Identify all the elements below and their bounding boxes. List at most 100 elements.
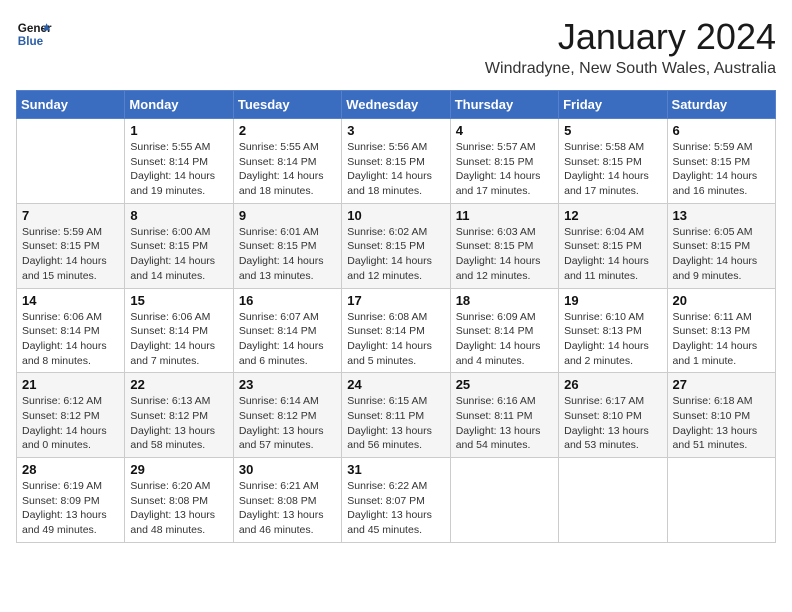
day-info: Sunrise: 6:11 AM Sunset: 8:13 PM Dayligh… [673, 310, 770, 369]
weekday-header-thursday: Thursday [450, 91, 558, 119]
day-info: Sunrise: 5:57 AM Sunset: 8:15 PM Dayligh… [456, 140, 553, 199]
day-number: 9 [239, 208, 336, 223]
day-number: 23 [239, 377, 336, 392]
day-number: 4 [456, 123, 553, 138]
location-title: Windradyne, New South Wales, Australia [485, 60, 776, 78]
day-info: Sunrise: 6:21 AM Sunset: 8:08 PM Dayligh… [239, 479, 336, 538]
day-info: Sunrise: 6:12 AM Sunset: 8:12 PM Dayligh… [22, 394, 119, 453]
logo-icon: General Blue [16, 16, 52, 52]
day-info: Sunrise: 6:08 AM Sunset: 8:14 PM Dayligh… [347, 310, 444, 369]
calendar-body: 1Sunrise: 5:55 AM Sunset: 8:14 PM Daylig… [17, 119, 776, 543]
weekday-header-sunday: Sunday [17, 91, 125, 119]
day-cell: 19 Sunrise: 6:10 AM Sunset: 8:13 PM Dayli… [559, 288, 667, 373]
day-info: Sunrise: 5:56 AM Sunset: 8:15 PM Dayligh… [347, 140, 444, 199]
day-number: 17 [347, 293, 444, 308]
day-cell: 21 Sunrise: 6:12 AM Sunset: 8:12 PM Dayli… [17, 373, 125, 458]
day-info: Sunrise: 6:03 AM Sunset: 8:15 PM Dayligh… [456, 225, 553, 284]
day-number: 8 [130, 208, 227, 223]
day-cell: 10 Sunrise: 6:02 AM Sunset: 8:15 PM Dayli… [342, 203, 450, 288]
day-info: Sunrise: 6:02 AM Sunset: 8:15 PM Dayligh… [347, 225, 444, 284]
day-number: 14 [22, 293, 119, 308]
week-row-4: 21 Sunrise: 6:12 AM Sunset: 8:12 PM Dayli… [17, 373, 776, 458]
weekday-header-monday: Monday [125, 91, 233, 119]
day-number: 3 [347, 123, 444, 138]
day-number: 28 [22, 462, 119, 477]
day-info: Sunrise: 6:00 AM Sunset: 8:15 PM Dayligh… [130, 225, 227, 284]
day-cell: 8 Sunrise: 6:00 AM Sunset: 8:15 PM Daylig… [125, 203, 233, 288]
day-number: 19 [564, 293, 661, 308]
day-number: 15 [130, 293, 227, 308]
day-number: 30 [239, 462, 336, 477]
weekday-header-saturday: Saturday [667, 91, 775, 119]
day-info: Sunrise: 6:06 AM Sunset: 8:14 PM Dayligh… [22, 310, 119, 369]
day-cell: 28Sunrise: 6:19 AM Sunset: 8:09 PM Dayli… [17, 458, 125, 543]
day-cell: 7 Sunrise: 5:59 AM Sunset: 8:15 PM Daylig… [17, 203, 125, 288]
day-info: Sunrise: 6:17 AM Sunset: 8:10 PM Dayligh… [564, 394, 661, 453]
day-number: 11 [456, 208, 553, 223]
day-info: Sunrise: 6:18 AM Sunset: 8:10 PM Dayligh… [673, 394, 770, 453]
day-cell: 1Sunrise: 5:55 AM Sunset: 8:14 PM Daylig… [125, 119, 233, 204]
day-cell [667, 458, 775, 543]
day-cell: 5Sunrise: 5:58 AM Sunset: 8:15 PM Daylig… [559, 119, 667, 204]
day-number: 22 [130, 377, 227, 392]
day-number: 7 [22, 208, 119, 223]
day-cell: 18 Sunrise: 6:09 AM Sunset: 8:14 PM Dayli… [450, 288, 558, 373]
day-cell [559, 458, 667, 543]
day-number: 6 [673, 123, 770, 138]
day-number: 13 [673, 208, 770, 223]
week-row-3: 14 Sunrise: 6:06 AM Sunset: 8:14 PM Dayli… [17, 288, 776, 373]
day-info: Sunrise: 6:22 AM Sunset: 8:07 PM Dayligh… [347, 479, 444, 538]
day-info: Sunrise: 6:16 AM Sunset: 8:11 PM Dayligh… [456, 394, 553, 453]
day-cell: 11 Sunrise: 6:03 AM Sunset: 8:15 PM Dayli… [450, 203, 558, 288]
day-number: 18 [456, 293, 553, 308]
day-info: Sunrise: 6:07 AM Sunset: 8:14 PM Dayligh… [239, 310, 336, 369]
day-cell: 16 Sunrise: 6:07 AM Sunset: 8:14 PM Dayli… [233, 288, 341, 373]
day-cell: 20Sunrise: 6:11 AM Sunset: 8:13 PM Dayli… [667, 288, 775, 373]
day-number: 2 [239, 123, 336, 138]
day-number: 16 [239, 293, 336, 308]
weekday-header-friday: Friday [559, 91, 667, 119]
weekday-header-row: SundayMondayTuesdayWednesdayThursdayFrid… [17, 91, 776, 119]
weekday-header-wednesday: Wednesday [342, 91, 450, 119]
day-number: 21 [22, 377, 119, 392]
week-row-1: 1Sunrise: 5:55 AM Sunset: 8:14 PM Daylig… [17, 119, 776, 204]
day-info: Sunrise: 6:10 AM Sunset: 8:13 PM Dayligh… [564, 310, 661, 369]
day-cell: 22Sunrise: 6:13 AM Sunset: 8:12 PM Dayli… [125, 373, 233, 458]
day-number: 5 [564, 123, 661, 138]
day-info: Sunrise: 5:55 AM Sunset: 8:14 PM Dayligh… [239, 140, 336, 199]
day-info: Sunrise: 5:59 AM Sunset: 8:15 PM Dayligh… [673, 140, 770, 199]
day-number: 12 [564, 208, 661, 223]
week-row-5: 28Sunrise: 6:19 AM Sunset: 8:09 PM Dayli… [17, 458, 776, 543]
day-info: Sunrise: 6:05 AM Sunset: 8:15 PM Dayligh… [673, 225, 770, 284]
day-info: Sunrise: 6:04 AM Sunset: 8:15 PM Dayligh… [564, 225, 661, 284]
day-cell: 6 Sunrise: 5:59 AM Sunset: 8:15 PM Daylig… [667, 119, 775, 204]
day-cell: 9Sunrise: 6:01 AM Sunset: 8:15 PM Daylig… [233, 203, 341, 288]
day-cell: 17 Sunrise: 6:08 AM Sunset: 8:14 PM Dayli… [342, 288, 450, 373]
day-info: Sunrise: 6:06 AM Sunset: 8:14 PM Dayligh… [130, 310, 227, 369]
day-cell: 27 Sunrise: 6:18 AM Sunset: 8:10 PM Dayli… [667, 373, 775, 458]
day-cell: 31Sunrise: 6:22 AM Sunset: 8:07 PM Dayli… [342, 458, 450, 543]
day-info: Sunrise: 5:55 AM Sunset: 8:14 PM Dayligh… [130, 140, 227, 199]
month-title: January 2024 [485, 16, 776, 58]
day-number: 26 [564, 377, 661, 392]
day-cell: 30 Sunrise: 6:21 AM Sunset: 8:08 PM Dayli… [233, 458, 341, 543]
day-cell: 3 Sunrise: 5:56 AM Sunset: 8:15 PM Daylig… [342, 119, 450, 204]
day-number: 10 [347, 208, 444, 223]
day-number: 24 [347, 377, 444, 392]
day-cell: 24Sunrise: 6:15 AM Sunset: 8:11 PM Dayli… [342, 373, 450, 458]
day-cell: 26 Sunrise: 6:17 AM Sunset: 8:10 PM Dayli… [559, 373, 667, 458]
weekday-header-tuesday: Tuesday [233, 91, 341, 119]
day-number: 29 [130, 462, 227, 477]
page-header: General Blue January 2024 Windradyne, Ne… [16, 16, 776, 78]
day-info: Sunrise: 6:09 AM Sunset: 8:14 PM Dayligh… [456, 310, 553, 369]
day-cell: 13 Sunrise: 6:05 AM Sunset: 8:15 PM Dayli… [667, 203, 775, 288]
day-info: Sunrise: 5:59 AM Sunset: 8:15 PM Dayligh… [22, 225, 119, 284]
day-info: Sunrise: 6:20 AM Sunset: 8:08 PM Dayligh… [130, 479, 227, 538]
day-number: 27 [673, 377, 770, 392]
day-cell: 2 Sunrise: 5:55 AM Sunset: 8:14 PM Daylig… [233, 119, 341, 204]
day-cell: 29 Sunrise: 6:20 AM Sunset: 8:08 PM Dayli… [125, 458, 233, 543]
day-cell [450, 458, 558, 543]
week-row-2: 7 Sunrise: 5:59 AM Sunset: 8:15 PM Daylig… [17, 203, 776, 288]
title-block: January 2024 Windradyne, New South Wales… [485, 16, 776, 78]
svg-text:Blue: Blue [18, 35, 44, 48]
